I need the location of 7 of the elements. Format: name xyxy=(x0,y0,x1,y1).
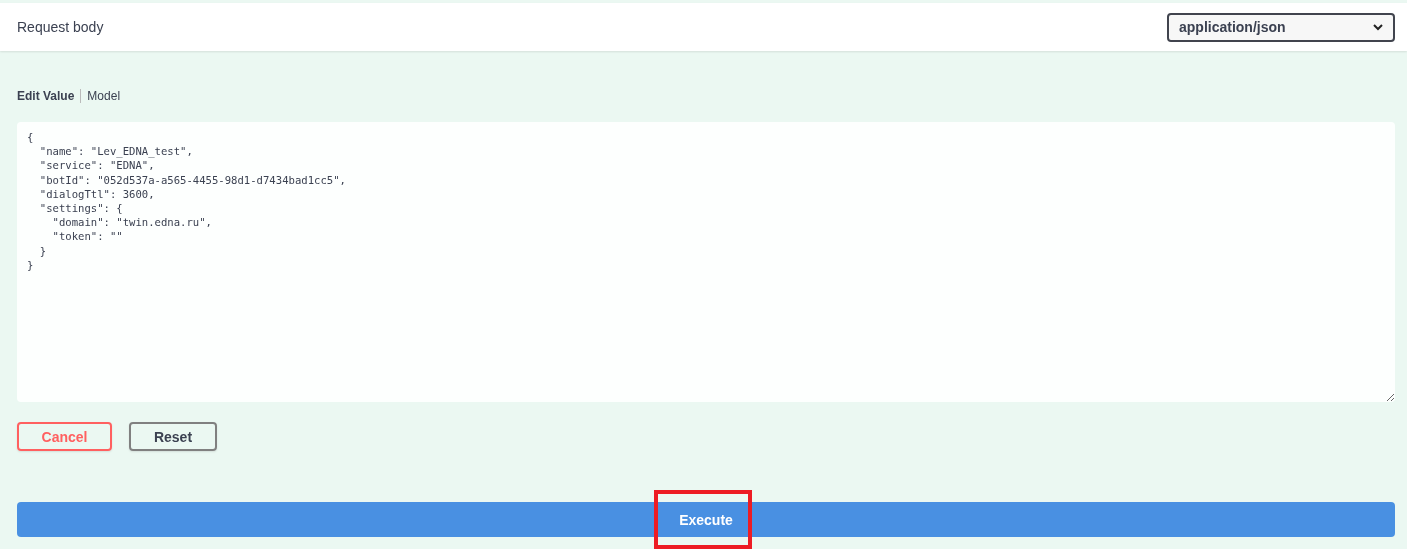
tab[interactable]: Edit Value xyxy=(17,89,82,103)
code-editor[interactable]: { "name": "Lev_EDNA_test", "service": "EDNA", "botId": "052d537a-a565-4455-98d1-d7434bad1cc5", "dialogTtl": 3600, "settings": { "domain": "twin.edna.ru", "token": "" } } xyxy=(17,122,1395,402)
chevron-down-icon xyxy=(1373,23,1383,31)
reset-button[interactable]: Reset xyxy=(129,422,217,451)
tab[interactable]: Model xyxy=(81,89,127,103)
section-title: Request body xyxy=(17,19,104,35)
content-type-select[interactable]: application/json xyxy=(1167,12,1395,42)
